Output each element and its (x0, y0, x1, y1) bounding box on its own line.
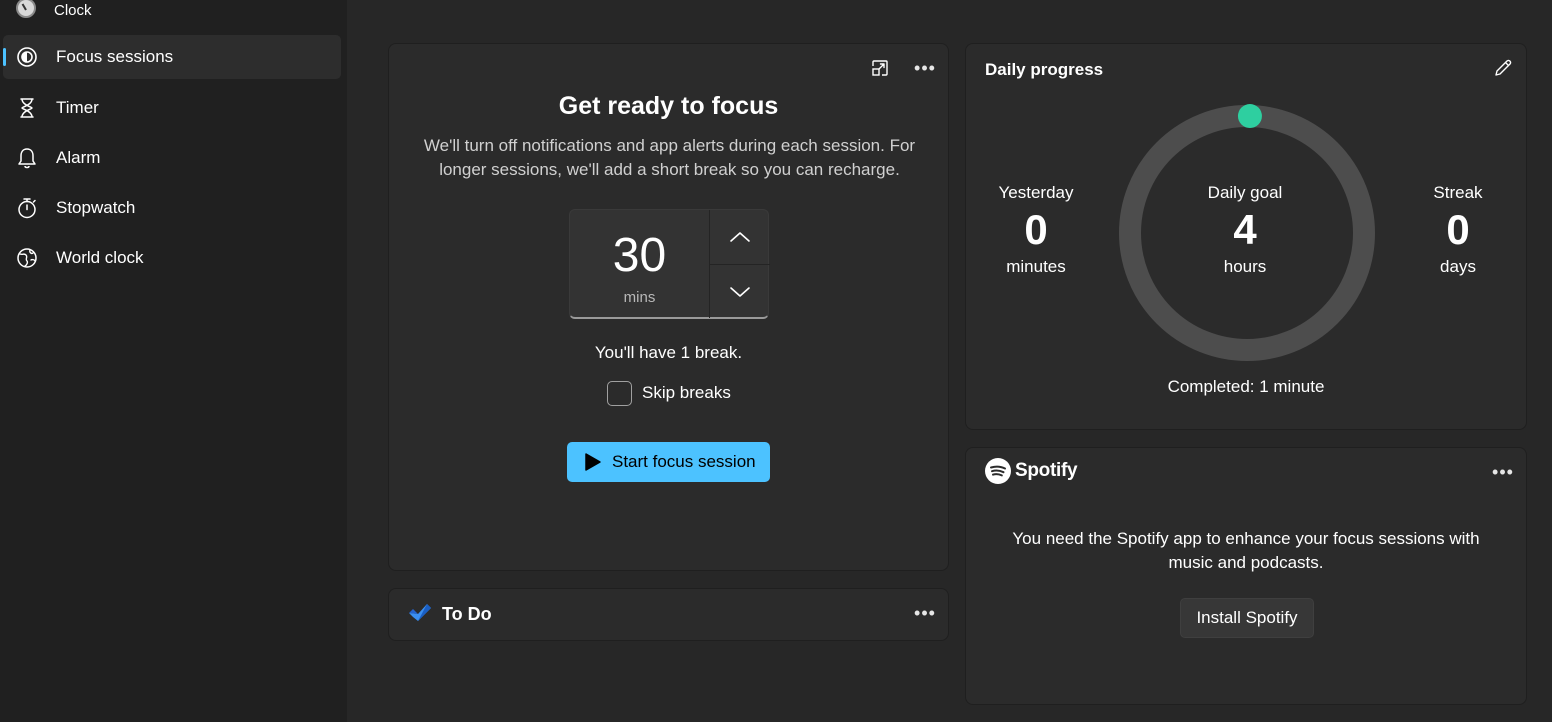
decrease-minutes-button[interactable] (710, 265, 770, 319)
streak-label: Streak (1433, 183, 1483, 202)
todo-title: To Do (442, 604, 492, 624)
yesterday-unit: minutes (1006, 257, 1066, 276)
daily-goal-unit: hours (1223, 257, 1267, 276)
spotify-icon (985, 458, 1011, 484)
daily-progress-title: Daily progress (985, 60, 1104, 79)
spotify-card: Spotify ••• You need the Spotify app to … (965, 447, 1527, 705)
focus-session-card: ••• Get ready to focus We'll turn off no… (388, 43, 949, 571)
sidebar-item-label: Alarm (56, 148, 101, 167)
yesterday-value: 0 (1024, 206, 1048, 253)
minutes-unit: mins (623, 289, 656, 306)
ring-progress-dot (1237, 104, 1262, 129)
spotify-logo: Spotify (985, 458, 1078, 484)
chevron-up-icon (730, 232, 750, 242)
sidebar-item-label: Timer (56, 98, 99, 117)
install-spotify-button[interactable]: Install Spotify (1180, 598, 1314, 638)
more-icon: ••• (914, 603, 936, 623)
break-info: You'll have 1 break. (594, 343, 743, 362)
start-button-label: Start focus session (612, 452, 756, 471)
stopwatch-icon (18, 198, 36, 219)
daily-progress-card: Daily progress Yesterday 0 minutes Daily… (965, 43, 1527, 430)
increase-minutes-button[interactable] (710, 210, 770, 264)
todo-more-options-button[interactable]: ••• (909, 597, 941, 629)
more-icon: ••• (914, 58, 936, 78)
minutes-value[interactable]: 30 (570, 228, 709, 283)
sidebar-item-label: Stopwatch (56, 198, 136, 217)
compact-overlay-icon (872, 60, 888, 76)
globe-icon (17, 248, 37, 268)
focus-icon (17, 47, 37, 67)
daily-goal-value: 4 (1233, 206, 1257, 253)
spotify-brand: Spotify (1015, 460, 1078, 481)
play-icon (585, 453, 601, 471)
streak-unit: days (1440, 257, 1476, 276)
streak-stat: Streak 0 days (1398, 183, 1518, 277)
todo-check-icon (409, 604, 431, 621)
chevron-down-icon (730, 287, 750, 297)
bell-icon (18, 148, 36, 169)
active-indicator (3, 48, 6, 66)
focus-title: Get ready to focus (558, 92, 779, 120)
hourglass-icon (20, 98, 34, 118)
spotify-message: You need the Spotify app to enhance your… (1012, 529, 1480, 572)
skip-breaks-label[interactable]: Skip breaks (642, 383, 731, 403)
sidebar-item-focus-sessions[interactable]: Focus sessions (3, 35, 341, 79)
sidebar: Clock Focus sessions Timer Alarm Stopwat… (0, 0, 347, 722)
sidebar-item-label: Focus sessions (56, 47, 174, 66)
minutes-stepper[interactable]: 30 mins (569, 209, 770, 319)
spotify-more-options-button[interactable]: ••• (1487, 456, 1519, 488)
focus-more-options-button[interactable]: ••• (909, 52, 941, 84)
daily-goal-stat: Daily goal 4 hours (1185, 183, 1305, 277)
pencil-icon (1495, 59, 1512, 76)
start-focus-session-button[interactable]: Start focus session (567, 442, 770, 482)
sidebar-item-timer[interactable]: Timer (3, 86, 341, 130)
skip-breaks-checkbox[interactable]: Skip breaks (607, 380, 731, 406)
sidebar-item-label: World clock (56, 248, 144, 267)
sidebar-item-world-clock[interactable]: World clock (3, 236, 341, 280)
focus-description: We'll turn off notifications and app ale… (423, 136, 916, 179)
yesterday-stat: Yesterday 0 minutes (976, 183, 1096, 277)
compact-view-button[interactable] (864, 52, 896, 84)
sidebar-item-alarm[interactable]: Alarm (3, 136, 341, 180)
sidebar-item-stopwatch[interactable]: Stopwatch (3, 186, 341, 230)
streak-value: 0 (1446, 206, 1470, 253)
yesterday-label: Yesterday (998, 183, 1074, 202)
edit-goal-button[interactable] (1487, 52, 1519, 84)
app-logo-icon (16, 0, 36, 18)
completed-text: Completed: 1 minute (1167, 377, 1325, 396)
more-icon: ••• (1492, 462, 1514, 482)
daily-goal-label: Daily goal (1207, 183, 1283, 202)
todo-card: To Do ••• (388, 588, 949, 641)
app-title: Clock (54, 2, 92, 19)
checkbox-box[interactable] (607, 380, 632, 406)
clock-app: Clock Focus sessions Timer Alarm Stopwat… (0, 0, 1552, 722)
